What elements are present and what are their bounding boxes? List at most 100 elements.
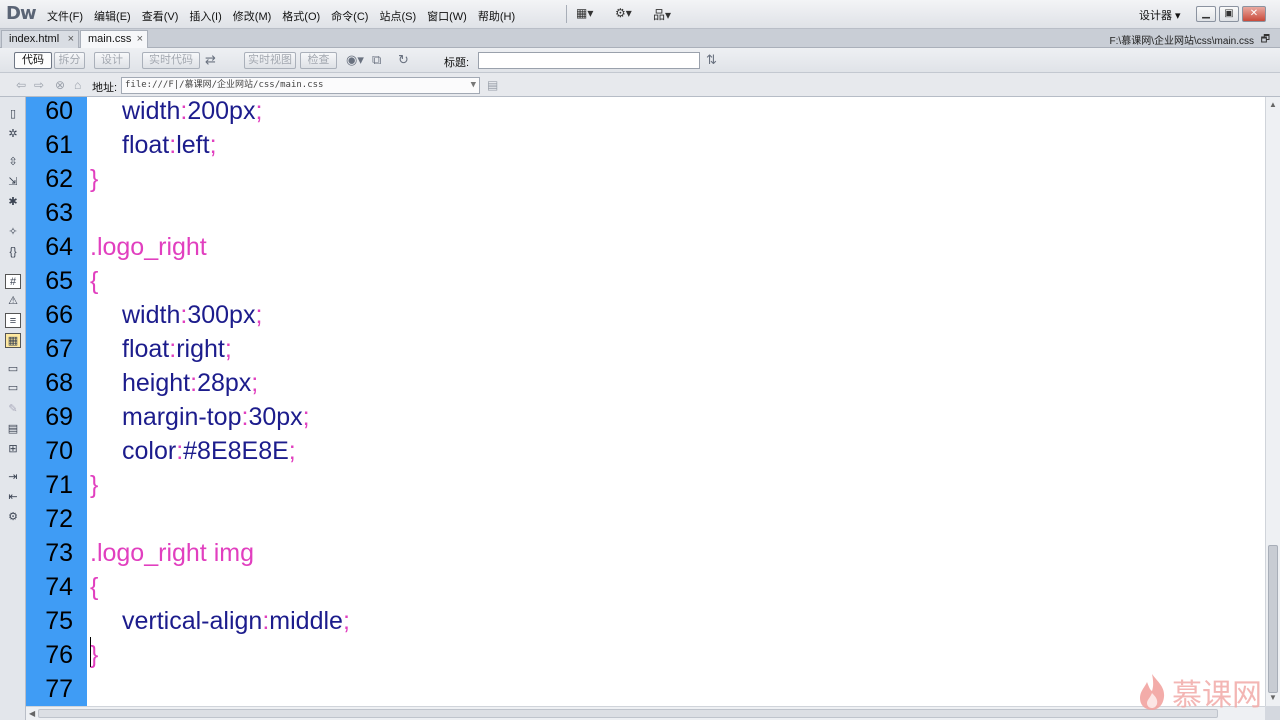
- menu-site[interactable]: 站点(S): [378, 8, 423, 24]
- code-line: color:#8E8E8E;: [90, 436, 296, 466]
- line-number: 62: [45, 165, 73, 193]
- extend-dropdown-icon[interactable]: ⚙▾: [615, 6, 632, 20]
- address-bar: ⇦ ⇨ ⊗ ⌂ 地址: file:///F|/慕课网/企业网站/css/main…: [0, 73, 1280, 97]
- show-code-navigator-icon[interactable]: ✲: [5, 127, 21, 142]
- tab-index-html[interactable]: index.html ×: [1, 30, 79, 48]
- vertical-scrollbar[interactable]: ▲ ▼: [1265, 97, 1280, 706]
- address-input[interactable]: file:///F|/慕课网/企业网站/css/main.css ▼: [121, 77, 480, 94]
- line-number: 72: [45, 505, 73, 533]
- wrap-tag-icon[interactable]: ✎: [5, 402, 21, 417]
- line-number: 64: [45, 233, 73, 261]
- code-line: height:28px;: [90, 368, 258, 398]
- code-token: vertical-align: [122, 607, 263, 635]
- balance-braces-icon[interactable]: {}: [5, 245, 21, 260]
- line-number-gutter: 60 61 62 63 64 65 66 67 68 69 70 71 72 73 74 75 76 77: [26, 97, 87, 706]
- browser-navigation-icon[interactable]: ▤: [487, 78, 498, 92]
- recent-snippets-icon[interactable]: ▤: [5, 422, 21, 437]
- close-icon[interactable]: ✕: [1242, 6, 1266, 22]
- code-editor[interactable]: width:200px; float:left;} .logo_right {widt…: [87, 97, 1265, 706]
- menu-window[interactable]: 窗口(W): [426, 8, 474, 24]
- code-token: }: [90, 165, 99, 193]
- minimize-icon[interactable]: ▁: [1196, 6, 1216, 22]
- inspect-button[interactable]: 检查: [300, 52, 337, 69]
- code-token: ;: [209, 131, 217, 159]
- tab-close-icon[interactable]: ×: [68, 31, 74, 48]
- line-number: 73: [45, 539, 73, 567]
- code-line: width:300px;: [90, 300, 262, 330]
- stop-icon[interactable]: ⊗: [55, 78, 65, 92]
- select-parent-tag-icon[interactable]: ✧: [5, 225, 21, 240]
- scroll-up-icon[interactable]: ▲: [1269, 100, 1277, 109]
- file-management-icon[interactable]: ⇅: [706, 52, 717, 68]
- workspace-switcher[interactable]: 设计器 ▾: [1139, 7, 1181, 23]
- line-number: 71: [45, 471, 73, 499]
- menu-insert[interactable]: 插入(I): [188, 8, 228, 24]
- refresh-icon[interactable]: ↻: [398, 52, 409, 68]
- check-page-icon[interactable]: ⧉: [372, 52, 381, 68]
- maximize-icon[interactable]: ▣: [1219, 6, 1239, 22]
- live-code-button[interactable]: 实时代码: [142, 52, 200, 69]
- line-number: 74: [45, 573, 73, 601]
- code-view-button[interactable]: 代码: [14, 52, 52, 69]
- line-numbers-icon[interactable]: #: [5, 274, 21, 289]
- split-view-button[interactable]: 拆分: [54, 52, 85, 69]
- scroll-left-icon[interactable]: ◀: [29, 709, 35, 718]
- horizontal-scrollbar[interactable]: ◀: [26, 706, 1265, 720]
- indent-code-icon[interactable]: ⇥: [5, 470, 21, 485]
- live-view-button[interactable]: 实时视图: [244, 52, 296, 69]
- back-icon[interactable]: ⇦: [16, 78, 26, 92]
- document-tabs: index.html × main.css × F:\慕课网\企业网站\css\…: [0, 29, 1280, 48]
- address-label: 地址:: [92, 82, 118, 94]
- design-view-button[interactable]: 设计: [94, 52, 130, 69]
- menu-list: 文件(F) 编辑(E) 查看(V) 插入(I) 修改(M) 格式(O) 命令(C…: [46, 8, 525, 24]
- inspect-toggle-icon[interactable]: ⇄: [205, 52, 216, 68]
- menu-edit[interactable]: 编辑(E): [93, 8, 138, 24]
- site-dropdown-icon[interactable]: 品▾: [653, 6, 671, 23]
- file-path: F:\慕课网\企业网站\css\main.css: [1109, 36, 1254, 47]
- home-icon[interactable]: ⌂: [74, 78, 81, 92]
- format-source-icon[interactable]: ⚙: [5, 510, 21, 525]
- menu-view[interactable]: 查看(V): [141, 8, 186, 24]
- line-number: 60: [45, 97, 73, 125]
- code-line: {: [90, 572, 98, 602]
- remove-comment-icon[interactable]: ▭: [5, 381, 21, 396]
- menu-file[interactable]: 文件(F): [46, 8, 90, 24]
- code-line: }: [90, 164, 98, 194]
- code-token: width: [122, 97, 181, 125]
- collapse-tag-icon[interactable]: ⇳: [5, 155, 21, 170]
- open-documents-icon[interactable]: ▯: [5, 107, 21, 122]
- outdent-code-icon[interactable]: ⇤: [5, 490, 21, 505]
- code-token: width: [122, 301, 181, 329]
- layout-dropdown-icon[interactable]: ▦▾: [576, 6, 593, 20]
- browser-preview-icon[interactable]: ◉▾: [346, 52, 364, 68]
- line-number: 67: [45, 335, 73, 363]
- chevron-down-icon[interactable]: ▼: [471, 78, 476, 93]
- line-number: 68: [45, 369, 73, 397]
- code-token: left: [176, 131, 210, 159]
- scroll-down-icon[interactable]: ▼: [1269, 693, 1277, 702]
- tab-close-icon[interactable]: ×: [137, 31, 143, 48]
- title-label: 标题:: [444, 57, 470, 69]
- title-input[interactable]: [478, 52, 700, 69]
- line-number: 76: [45, 641, 73, 669]
- scrollbar-thumb[interactable]: [38, 709, 1218, 718]
- move-css-icon[interactable]: ⊞: [5, 442, 21, 457]
- code-line: {: [90, 266, 98, 296]
- word-wrap-icon[interactable]: ≡: [5, 313, 21, 328]
- code-token: ;: [251, 369, 259, 397]
- menu-format[interactable]: 格式(O): [281, 8, 327, 24]
- apply-comment-icon[interactable]: ▭: [5, 362, 21, 377]
- menu-help[interactable]: 帮助(H): [477, 8, 522, 24]
- syntax-coloring-icon[interactable]: ▦: [5, 333, 21, 348]
- document-toolbar: 代码 拆分 设计 实时代码 ⇄ 实时视图 检查 ◉▾ ⧉ ↻ 标题: ⇅: [0, 48, 1280, 73]
- code-token: margin-top: [122, 403, 242, 431]
- highlight-invalid-code-icon[interactable]: ⚠: [5, 294, 21, 309]
- tab-main-css[interactable]: main.css ×: [80, 30, 148, 48]
- restore-icon[interactable]: 🗗: [1261, 32, 1270, 49]
- forward-icon[interactable]: ⇨: [34, 78, 44, 92]
- menu-modify[interactable]: 修改(M): [232, 8, 279, 24]
- scrollbar-thumb[interactable]: [1268, 545, 1278, 693]
- menu-commands[interactable]: 命令(C): [330, 8, 375, 24]
- expand-all-icon[interactable]: ✱: [5, 195, 21, 210]
- collapse-selection-icon[interactable]: ⇲: [5, 175, 21, 190]
